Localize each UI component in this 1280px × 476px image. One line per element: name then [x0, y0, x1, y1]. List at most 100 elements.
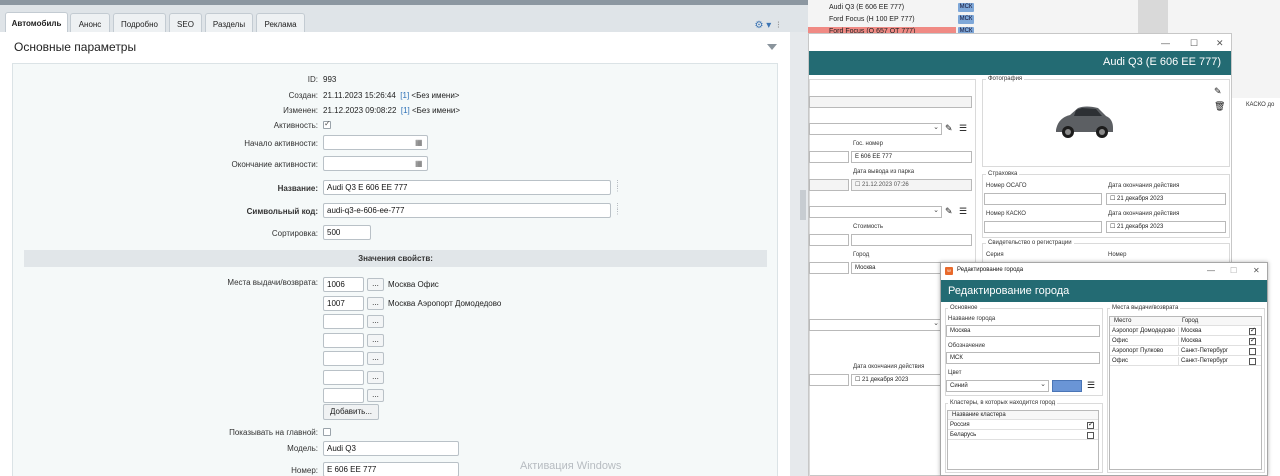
city-name-label: Название города	[948, 316, 996, 322]
place-id-input[interactable]: 1007	[323, 295, 364, 311]
place-cell: Офис	[1112, 358, 1128, 364]
close-icon[interactable]: ✕	[1253, 266, 1260, 275]
minimize-icon[interactable]: —	[1161, 38, 1170, 48]
kasko-input[interactable]	[984, 221, 1102, 233]
clusters-table: Название кластера Россия Беларусь	[947, 410, 1099, 470]
table-row[interactable]: Офис Санкт-Петербург	[1110, 357, 1261, 366]
dropdown-field[interactable]	[809, 206, 942, 218]
place-cell: Аэропорт Домодедово	[1112, 328, 1175, 334]
place-column-header: Место	[1114, 318, 1132, 324]
place-id-input[interactable]	[323, 314, 364, 329]
place-browse-button[interactable]: ...	[367, 315, 384, 328]
city-label: Город	[853, 252, 870, 258]
place-id-input[interactable]	[323, 369, 364, 385]
place-cell: Аэропорт Пулково	[1112, 348, 1164, 354]
table-row[interactable]: Офис Москва	[1110, 336, 1261, 346]
place-checkbox[interactable]	[1249, 336, 1256, 345]
city-badge: МСК	[958, 15, 974, 24]
sort-label: Сортировка:	[271, 229, 318, 238]
edit-icon[interactable]: ✎	[1214, 86, 1222, 97]
end-input[interactable]	[323, 156, 428, 171]
place-browse-button[interactable]: ...	[367, 389, 384, 402]
created-user-link[interactable]: [1]	[400, 91, 409, 100]
trash-icon[interactable]: 🗑	[1214, 101, 1225, 112]
minimize-icon[interactable]: —	[1207, 266, 1215, 275]
place-browse-button[interactable]: ...	[367, 333, 384, 347]
modified-date: 21.12.2023 09:08:22	[323, 106, 397, 115]
code-input[interactable]: audi-q3-e-606-ee-777	[323, 203, 611, 218]
place-checkbox[interactable]	[1249, 348, 1256, 355]
field[interactable]	[809, 151, 849, 163]
dropdown-field[interactable]	[809, 123, 942, 135]
place-browse-button[interactable]: ...	[367, 296, 384, 310]
add-place-button[interactable]: Добавить...	[323, 404, 379, 420]
edit-icon[interactable]: ✎	[945, 123, 953, 134]
cluster-checkbox[interactable]	[1087, 432, 1094, 439]
calendar-icon[interactable]: ▦	[415, 159, 423, 168]
resize-grip-icon[interactable]: ⋮ ⋮	[614, 203, 621, 216]
modified-label: Изменен:	[283, 106, 318, 115]
kasko-end-date[interactable]: ☐ 21 декабря 2023	[1106, 221, 1226, 233]
start-input[interactable]	[323, 135, 428, 150]
edit-icon[interactable]: ✎	[945, 206, 953, 217]
cost-input[interactable]	[851, 234, 972, 246]
place-id-input[interactable]: 1006	[323, 277, 364, 292]
active-checkbox[interactable]	[323, 119, 331, 129]
active-label: Активность:	[273, 121, 318, 130]
field[interactable]	[809, 234, 849, 246]
scrollbar-thumb[interactable]	[800, 190, 806, 220]
place-checkbox[interactable]	[1249, 358, 1256, 365]
list-icon[interactable]: ☰	[959, 123, 967, 134]
name-input[interactable]: Audi Q3 E 606 EE 777	[323, 180, 611, 195]
color-dropdown[interactable]: Синий	[946, 380, 1049, 392]
place-browse-button[interactable]: ...	[367, 352, 384, 365]
park-out-input[interactable]: ☐ 21.12.2023 07:26	[851, 179, 972, 191]
place-browse-button[interactable]: ...	[367, 370, 384, 384]
cluster-column-header: Название кластера	[952, 412, 1006, 418]
list-icon[interactable]: ☰	[959, 206, 967, 217]
sort-input[interactable]: 500	[323, 225, 371, 240]
table-row[interactable]: Беларусь	[948, 431, 1098, 440]
number-input[interactable]: E 606 EE 777	[323, 462, 459, 476]
table-row[interactable]: Аэропорт Домодедово Москва	[1110, 326, 1261, 336]
tab-settings-icon[interactable]: ⚙ ▾ ⁝	[754, 20, 780, 31]
dropdown-field[interactable]	[809, 319, 942, 331]
osago-end-date[interactable]: ☐ 21 декабря 2023	[1106, 193, 1226, 205]
osago-input[interactable]	[984, 193, 1102, 205]
scrollbar[interactable]	[790, 32, 808, 476]
place-browse-button[interactable]: ...	[367, 278, 384, 291]
city-cell: Москва	[1178, 337, 1246, 346]
city-cell: Москва	[1178, 327, 1246, 336]
clusters-label: Кластеры, в которых находится город	[948, 400, 1058, 406]
calendar-icon[interactable]: ▦	[415, 138, 423, 147]
places-label: Места выдачи/возврата:	[227, 278, 318, 287]
close-icon[interactable]: ✕	[1216, 38, 1224, 49]
place-id-input[interactable]	[323, 332, 364, 348]
table-row[interactable]: Audi Q3 (E 606 EE 777) МСК	[808, 3, 1280, 12]
osago-end-value: 21 декабря 2023	[1117, 196, 1164, 202]
resize-grip-icon[interactable]: ⋮ ⋮	[614, 180, 621, 193]
cluster-checkbox[interactable]	[1087, 420, 1094, 429]
list-icon[interactable]: ☰	[1087, 380, 1095, 391]
field[interactable]	[809, 374, 849, 386]
place-checkbox[interactable]	[1249, 326, 1256, 335]
table-row[interactable]: Аэропорт Пулково Санкт-Петербург	[1110, 347, 1261, 356]
place-id-input[interactable]	[323, 388, 364, 403]
show-main-checkbox[interactable]	[323, 428, 331, 436]
field[interactable]	[809, 262, 849, 274]
table-row[interactable]: Ford Focus (Н 100 ЕР 777) МСК	[808, 15, 1280, 24]
maximize-icon[interactable]: ☐	[1190, 38, 1198, 49]
model-input[interactable]: Audi Q3	[323, 441, 459, 456]
place-id-input[interactable]	[323, 351, 364, 366]
registration-label: Свидетельство о регистрации	[986, 240, 1074, 246]
gos-label: Гос. номер	[853, 141, 883, 147]
color-swatch[interactable]	[1052, 380, 1082, 392]
city-name-input[interactable]: Москва	[946, 325, 1100, 337]
code-input[interactable]: МСК	[946, 352, 1100, 364]
maximize-icon[interactable]: ☐	[1230, 266, 1237, 275]
table-row[interactable]: Россия	[948, 420, 1098, 430]
basic-label: Основное	[948, 305, 980, 311]
collapse-icon[interactable]	[767, 44, 777, 50]
modified-user-link[interactable]: [1]	[401, 106, 410, 115]
gos-input[interactable]: E 606 EE 777	[851, 151, 972, 163]
